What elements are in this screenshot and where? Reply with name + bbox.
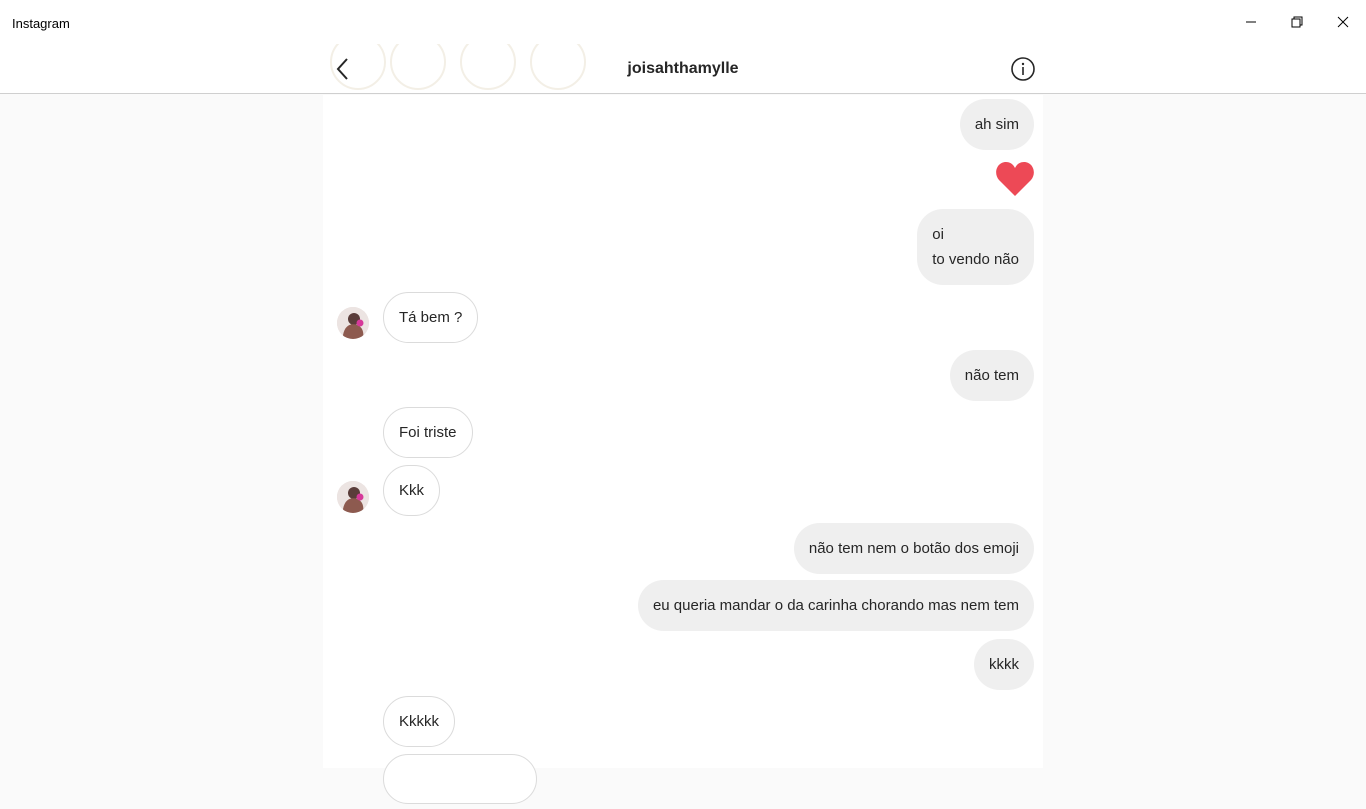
- info-button[interactable]: [1010, 56, 1036, 82]
- message-received: Tá bem ?: [383, 292, 479, 343]
- message-received: Kkkkk: [383, 696, 456, 747]
- close-button[interactable]: [1320, 0, 1366, 44]
- message-sent: eu queria mandar o da carinha chorando m…: [637, 580, 1034, 631]
- message-bubble[interactable]: oi to vendo não: [917, 209, 1034, 285]
- window-title: Instagram: [12, 16, 70, 31]
- minimize-button[interactable]: [1228, 0, 1274, 44]
- message-bubble[interactable]: Tá bem ?: [383, 292, 479, 343]
- message-received: Kkk: [383, 465, 441, 516]
- message-bubble[interactable]: ah sim: [959, 99, 1034, 150]
- message-bubble[interactable]: Kkkkk: [383, 696, 456, 747]
- back-button[interactable]: [330, 56, 356, 82]
- profile-photo-icon: [337, 307, 369, 339]
- chevron-left-icon: [336, 58, 348, 80]
- message-bubble-partial[interactable]: [383, 754, 537, 804]
- message-bubble[interactable]: não tem nem o botão dos emoji: [793, 523, 1034, 574]
- message-received: [383, 754, 537, 809]
- message-bubble[interactable]: kkkk: [974, 639, 1034, 690]
- message-line: to vendo não: [932, 251, 1019, 268]
- heart-icon[interactable]: [994, 158, 1036, 200]
- message-bubble[interactable]: Foi triste: [383, 407, 473, 458]
- conversation-header: joisahthamylle: [0, 44, 1366, 94]
- restore-icon: [1291, 16, 1303, 28]
- profile-photo-icon: [337, 481, 369, 513]
- message-sent: ah sim: [959, 99, 1034, 150]
- close-icon: [1337, 16, 1349, 28]
- message-bubble[interactable]: não tem: [949, 350, 1034, 401]
- message-sent: não tem: [949, 350, 1034, 401]
- info-icon: [1011, 57, 1035, 81]
- message-sent: oi to vendo não: [917, 209, 1034, 285]
- message-thread[interactable]: ah sim oi to vendo não Tá bem ? não tem …: [323, 95, 1043, 804]
- message-bubble[interactable]: eu queria mandar o da carinha chorando m…: [637, 580, 1034, 631]
- message-bubble[interactable]: Kkk: [383, 465, 441, 516]
- restore-button[interactable]: [1274, 0, 1320, 44]
- message-received: Foi triste: [383, 407, 473, 458]
- message-sent: não tem nem o botão dos emoji: [793, 523, 1034, 574]
- minimize-icon: [1246, 21, 1256, 23]
- avatar[interactable]: [337, 307, 369, 339]
- conversation-username[interactable]: joisahthamylle: [483, 60, 883, 78]
- message-sent: kkkk: [974, 639, 1034, 690]
- avatar[interactable]: [337, 481, 369, 513]
- message-line: oi: [932, 226, 944, 243]
- window-title-bar: Instagram: [0, 0, 1366, 44]
